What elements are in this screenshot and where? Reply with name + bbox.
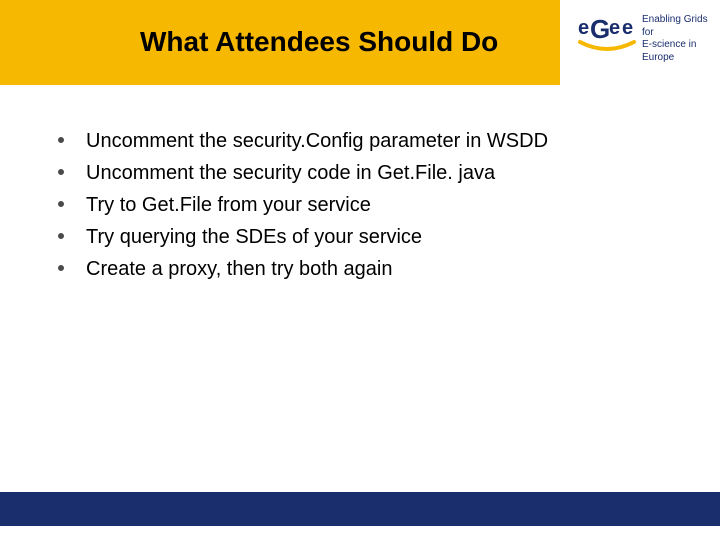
bullet-dot-icon [58, 169, 64, 175]
egee-logo-icon: e G e e [578, 14, 636, 60]
bullet-text: Try querying the SDEs of your service [86, 224, 422, 250]
svg-text:e: e [609, 17, 620, 39]
footer-band [0, 492, 720, 526]
list-item: Uncomment the security.Config parameter … [58, 128, 680, 154]
egee-logo-tagline: Enabling Grids for E-science in Europe [642, 14, 708, 64]
bullet-list: Uncomment the security.Config parameter … [58, 128, 680, 288]
list-item: Try querying the SDEs of your service [58, 224, 680, 250]
bullet-text: Uncomment the security code in Get.File.… [86, 160, 495, 186]
list-item: Try to Get.File from your service [58, 192, 680, 218]
svg-text:e: e [578, 17, 589, 39]
slide-title: What Attendees Should Do [140, 26, 498, 58]
logo-tagline-line1: Enabling Grids for [642, 14, 708, 39]
bullet-text: Create a proxy, then try both again [86, 256, 392, 282]
bullet-dot-icon [58, 201, 64, 207]
svg-text:G: G [590, 14, 610, 44]
svg-text:e: e [622, 17, 633, 39]
bullet-text: Uncomment the security.Config parameter … [86, 128, 548, 154]
logo-tagline-line2: E-science in Europe [642, 39, 708, 64]
egee-logo: e G e e Enabling Grids for E-science in … [578, 14, 708, 64]
bullet-dot-icon [58, 265, 64, 271]
list-item: Create a proxy, then try both again [58, 256, 680, 282]
bullet-text: Try to Get.File from your service [86, 192, 371, 218]
bullet-dot-icon [58, 233, 64, 239]
bullet-dot-icon [58, 137, 64, 143]
list-item: Uncomment the security code in Get.File.… [58, 160, 680, 186]
